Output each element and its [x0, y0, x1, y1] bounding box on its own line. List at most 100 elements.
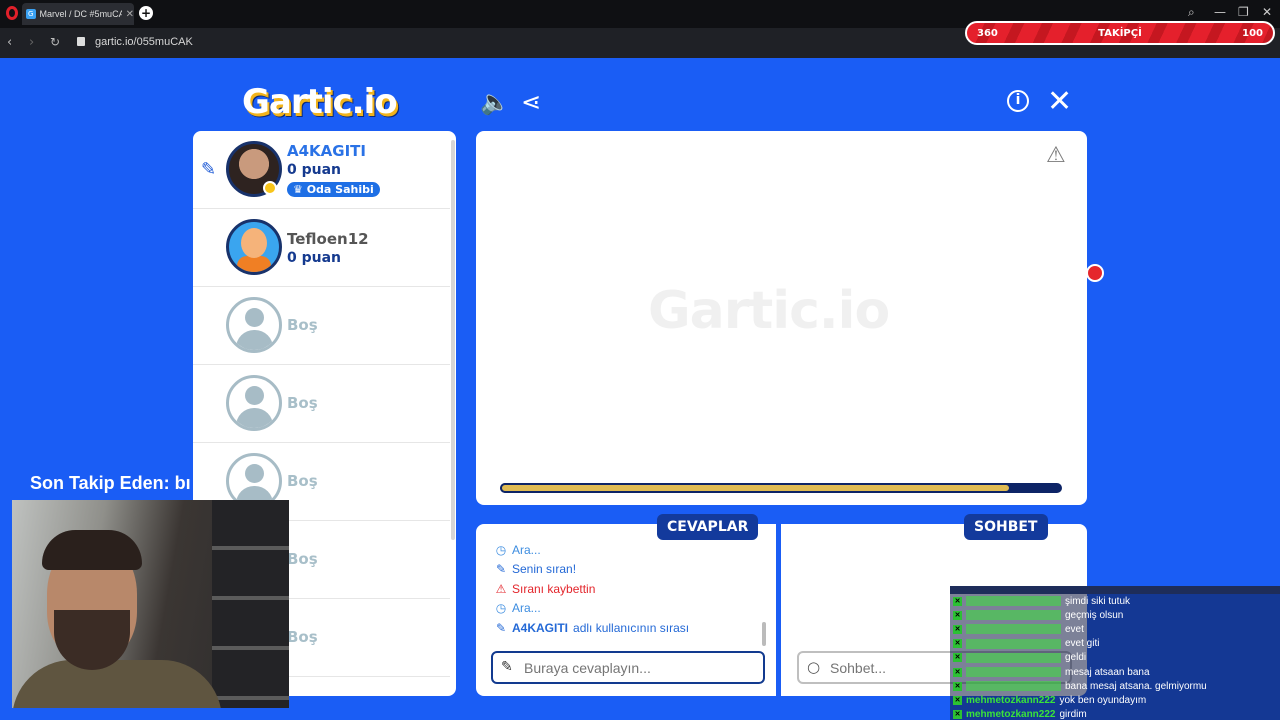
chat-badge-icon: ✕ [953, 624, 962, 634]
answer-field[interactable]: ✎ [491, 651, 765, 684]
stream-chat-line: ✕ geldi [950, 651, 1280, 665]
chat-username: mehmetozkann222 [966, 694, 1056, 706]
chat-message: geçmiş olsun [1065, 609, 1124, 621]
chat-username [966, 652, 1061, 663]
chat-username: mehmetozkann222 [966, 709, 1056, 720]
player-row[interactable]: ✎ A4KAGITI 0 puan ♛ Oda Sahibi [193, 131, 450, 209]
player-name: Tefloen12 [287, 230, 369, 248]
info-icon[interactable]: i [1007, 90, 1029, 112]
goal-target: 100 [1242, 27, 1263, 39]
owner-dot-icon [263, 181, 277, 195]
chat-badge-icon: ✕ [953, 596, 962, 606]
chat-bubble-icon: ○ [807, 658, 821, 676]
chat-username [966, 667, 1061, 678]
forward-icon[interactable]: › [29, 35, 34, 50]
back-icon[interactable]: ‹ [7, 35, 12, 50]
pencil-icon: ✎ [501, 659, 513, 675]
chat-username [966, 624, 1061, 635]
chat-message: mesaj atsaan bana [1065, 666, 1150, 678]
chat-message: girdim [1059, 709, 1087, 720]
empty-avatar-icon [226, 375, 282, 431]
answers-feed: ◷ Ara... ✎ Senin sıran! ⚠ Sıranı kaybettin ◷ Ar… [495, 540, 760, 648]
goal-label: TAKİPÇİ [1098, 27, 1142, 39]
feed-username: A4KAGITI [512, 620, 569, 635]
clock-icon: ◷ [495, 542, 507, 557]
browser-tab[interactable]: G Marvel / DC #5muCAK (1.. ✕ [22, 3, 134, 25]
player-name: Boş [287, 628, 318, 646]
stream-chat-line: ✕ şimdi siki tutuk [950, 594, 1280, 608]
clock-icon: ◷ [495, 601, 507, 616]
player-name: Boş [287, 472, 318, 490]
last-follower-label: Son Takip Eden: bı [30, 473, 191, 493]
chat-message: yok ben oyundayım [1059, 694, 1147, 706]
empty-avatar-icon [226, 297, 282, 353]
feed-item: ✎ A4KAGITI adlı kullanıcının sırası [495, 618, 760, 638]
chat-message: evet [1065, 623, 1084, 635]
lock-icon [77, 37, 85, 46]
drawing-pencil-icon: ✎ [201, 159, 217, 180]
goal-current: 360 [977, 27, 998, 39]
chat-username [966, 610, 1061, 621]
report-warning-icon[interactable]: ⚠ [1046, 143, 1066, 168]
chat-badge-icon: ✕ [953, 610, 962, 620]
player-row[interactable]: Tefloen12 0 puan [193, 209, 450, 287]
stream-chat-line: ✕ bana mesaj atsana. gelmiyormu [950, 679, 1280, 693]
chat-badge-icon: ✕ [953, 695, 962, 705]
chat-badge-icon: ✕ [953, 667, 962, 677]
player-score: 0 puan [287, 162, 342, 178]
close-game-icon[interactable]: ✕ [1047, 84, 1072, 119]
feed-item: ◷ Ara... [495, 599, 760, 619]
stream-chat-line: ✕ mehmetozkann222 yok ben oyundayım [950, 693, 1280, 707]
stream-chat-overlay: ✕ şimdi siki tutuk ✕ geçmiş olsun ✕ evet ✕ evet… [950, 586, 1280, 720]
tab-chat[interactable]: SOHBET [964, 514, 1048, 540]
follower-goal-bar: 360 TAKİPÇİ 100 [965, 21, 1275, 45]
close-window-icon[interactable]: ✕ [1262, 5, 1272, 19]
gartic-favicon-icon: G [26, 9, 36, 19]
feed-item: ◷ Ara... [495, 540, 760, 560]
stream-chat-line: ✕ geçmiş olsun [950, 608, 1280, 622]
answer-input[interactable] [524, 660, 744, 676]
share-icon[interactable]: ⋖ [521, 88, 541, 116]
feed-text: Ara... [512, 601, 541, 616]
pencil-icon: ✎ [495, 620, 507, 635]
chat-message: evet giti [1065, 638, 1100, 650]
reload-icon[interactable]: ↻ [50, 35, 60, 49]
player-score: 0 puan [287, 250, 342, 266]
feed-item: ⚠ Sıranı kaybettin [495, 579, 760, 599]
search-icon[interactable]: ⌕ [1188, 5, 1195, 20]
warning-icon: ⚠ [495, 581, 507, 596]
ball-sticker-icon [1086, 264, 1104, 282]
drawing-canvas[interactable]: ⚠ Gartic.io [476, 131, 1087, 505]
owner-badge: ♛ Oda Sahibi [287, 182, 380, 197]
tab-close-icon[interactable]: ✕ [126, 9, 134, 20]
chat-badge-icon: ✕ [953, 681, 962, 691]
player-name: Boş [287, 394, 318, 412]
new-tab-button[interactable]: + [139, 6, 153, 20]
chat-badge-icon: ✕ [953, 710, 962, 720]
stream-chat-toolbar [950, 586, 1280, 594]
feed-text: adlı kullanıcının sırası [573, 620, 690, 635]
pencil-icon: ✎ [495, 562, 507, 577]
player-name: Boş [287, 550, 318, 568]
feed-text: Senin sıran! [512, 562, 577, 577]
answers-scrollbar[interactable] [762, 622, 766, 646]
chat-message: geldi [1065, 652, 1087, 664]
minimize-icon[interactable]: — [1214, 5, 1226, 19]
player-name: Boş [287, 316, 318, 334]
maximize-icon[interactable]: ❐ [1238, 5, 1249, 19]
gartic-logo[interactable]: Gartic.io [242, 82, 398, 122]
stream-chat-line: ✕ mehmetozkann222 girdim [950, 708, 1280, 720]
stream-chat-line: ✕ evet [950, 622, 1280, 636]
chat-username [966, 681, 1061, 692]
tab-answers[interactable]: CEVAPLAR [657, 514, 759, 540]
round-timer-fill [500, 483, 1012, 493]
chat-username [966, 596, 1061, 607]
tab-title: Marvel / DC #5muCAK (1.. [39, 9, 122, 19]
avatar [226, 219, 282, 275]
player-list-scrollbar[interactable] [451, 140, 455, 540]
url-field[interactable]: gartic.io/055muCAK [95, 36, 193, 48]
speaker-icon[interactable]: 🔈 [480, 88, 510, 116]
feed-item: ✎ Senin sıran! [495, 560, 760, 580]
opera-logo-icon[interactable] [6, 6, 18, 20]
chat-badge-icon: ✕ [953, 639, 962, 649]
